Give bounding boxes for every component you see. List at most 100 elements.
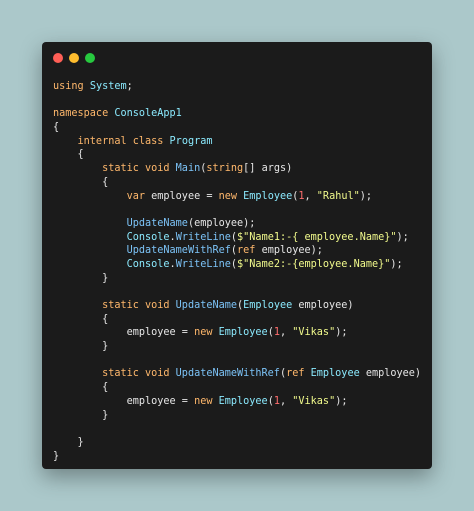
code-line: { xyxy=(53,121,421,135)
code-token: System xyxy=(89,81,127,92)
code-block: using System; namespace ConsoleApp1{ int… xyxy=(53,80,421,463)
code-token: static void xyxy=(53,300,176,311)
code-token: string xyxy=(206,163,244,175)
code-line: static void UpdateNameWithRef(ref Employ… xyxy=(53,367,421,381)
code-line: employee = new Employee(1, "Vikas"); xyxy=(53,395,421,409)
code-token: UpdateNameWithRef xyxy=(126,245,231,257)
code-token: UpdateNameWithRef xyxy=(175,368,280,380)
code-token: employee = xyxy=(53,395,195,407)
code-token: (employee); xyxy=(187,217,256,229)
code-token: , xyxy=(279,327,293,339)
code-token: namespace xyxy=(53,108,115,120)
code-line: UpdateName(employee); xyxy=(53,217,421,231)
code-token: employee); xyxy=(261,245,323,257)
code-token: ); xyxy=(335,395,348,407)
code-line: } xyxy=(53,409,421,423)
code-line: internal class Program xyxy=(53,135,421,149)
window-controls xyxy=(53,53,95,65)
code-line: Console.WriteLine($"Name1:-{ employee.Na… xyxy=(53,231,421,245)
code-token: WriteLine xyxy=(175,231,231,243)
code-token: { xyxy=(53,313,109,325)
code-line: Console.WriteLine($"Name2:-{employee.Nam… xyxy=(53,258,421,272)
code-token: static void xyxy=(53,368,176,380)
code-token: ConsoleApp1 xyxy=(114,108,182,120)
code-token: { xyxy=(53,149,84,161)
code-window: using System; namespace ConsoleApp1{ int… xyxy=(42,42,432,469)
code-line: { xyxy=(53,313,421,327)
close-dot-icon[interactable] xyxy=(53,53,63,63)
code-token: "Rahul" xyxy=(316,190,360,202)
code-token: } xyxy=(53,272,109,284)
code-line: } xyxy=(53,340,421,354)
code-token: ); xyxy=(396,231,409,243)
code-token: employee = xyxy=(151,190,219,202)
code-token: Main xyxy=(175,163,201,175)
code-token: WriteLine xyxy=(175,258,231,270)
code-token: Employee xyxy=(243,300,299,311)
code-token: } xyxy=(53,409,109,421)
code-token: new xyxy=(194,395,219,407)
code-line: using System; xyxy=(53,80,421,94)
code-token: Employee xyxy=(243,190,293,202)
code-token: employee = xyxy=(53,327,195,339)
code-token: ); xyxy=(359,190,373,202)
code-token: internal class xyxy=(53,135,170,147)
minimize-dot-icon[interactable] xyxy=(69,53,79,63)
code-token: new xyxy=(218,190,244,202)
code-token: Employee xyxy=(218,395,268,407)
code-token: Program xyxy=(169,135,213,147)
code-token: Console xyxy=(126,258,170,270)
code-line: UpdateNameWithRef(ref employee); xyxy=(53,244,421,258)
code-token: new xyxy=(194,327,219,339)
code-token: ref xyxy=(237,245,262,257)
code-line: { xyxy=(53,176,421,190)
maximize-dot-icon[interactable] xyxy=(85,53,95,63)
code-token: UpdateName xyxy=(175,300,238,311)
code-token: static void xyxy=(53,163,176,175)
code-line: static void Main(string[] args) xyxy=(53,162,421,176)
code-token: using xyxy=(53,81,90,92)
code-token: ; xyxy=(126,81,133,92)
code-line: { xyxy=(53,381,421,395)
code-token: Employee xyxy=(310,368,366,380)
code-token: "Vikas" xyxy=(292,327,336,339)
code-token: var xyxy=(53,190,152,202)
code-line: namespace ConsoleApp1 xyxy=(53,107,421,121)
code-line: } xyxy=(53,272,421,286)
code-token: , xyxy=(279,395,293,407)
code-line: var employee = new Employee(1, "Rahul"); xyxy=(53,190,421,204)
code-token: } xyxy=(53,450,60,462)
code-token: , xyxy=(304,190,317,202)
code-token: $"Name2:-{employee.Name}" xyxy=(237,258,391,270)
code-line: } xyxy=(53,436,421,450)
code-token: UpdateName xyxy=(126,217,188,229)
code-token: Employee xyxy=(218,327,268,339)
code-line: static void UpdateName(Employee employee… xyxy=(53,299,421,313)
code-token: } xyxy=(53,436,84,448)
code-token: employee) xyxy=(365,368,422,380)
code-token: { xyxy=(53,176,109,188)
code-line: { xyxy=(53,148,421,162)
code-token: Console xyxy=(126,231,170,243)
code-token: $"Name1:-{ employee.Name}" xyxy=(237,231,397,243)
code-token: ref xyxy=(286,368,311,380)
code-token: employee) xyxy=(298,300,354,311)
code-token: { xyxy=(53,122,60,134)
code-token: ); xyxy=(390,258,403,270)
code-token: } xyxy=(53,341,109,353)
code-line: employee = new Employee(1, "Vikas"); xyxy=(53,326,421,340)
code-token: "Vikas" xyxy=(292,395,336,407)
code-token: { xyxy=(53,382,109,394)
code-token: ); xyxy=(335,327,348,339)
code-token: [] args) xyxy=(243,163,293,175)
code-line: } xyxy=(53,450,421,464)
